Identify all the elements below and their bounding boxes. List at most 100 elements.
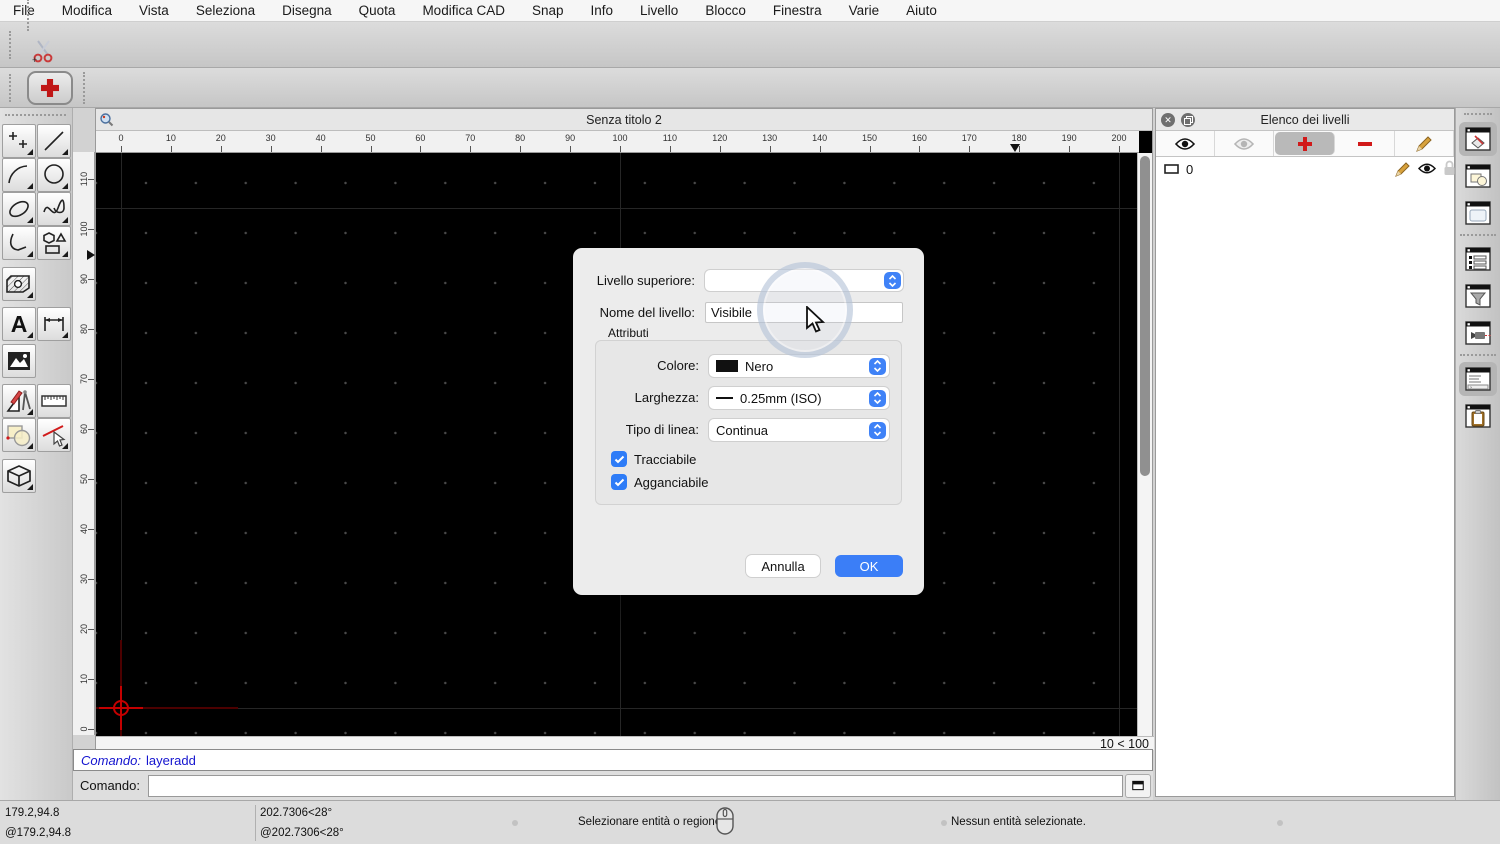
grid-meta-line	[96, 708, 1139, 709]
menu-varie[interactable]: Varie	[849, 3, 880, 18]
hide-all-layers-button[interactable]	[1215, 131, 1275, 156]
menu-modifica[interactable]: Modifica	[62, 3, 112, 18]
snappable-checkbox[interactable]	[611, 474, 627, 490]
layer-row[interactable]: 0	[1156, 157, 1455, 181]
command-history-value: layeradd	[145, 752, 196, 768]
color-label: Colore:	[657, 358, 699, 373]
solid-box-tool-button[interactable]	[2, 459, 36, 493]
menu-disegna[interactable]: Disegna	[282, 3, 332, 18]
mouse-icon	[714, 806, 736, 839]
spline-tool-button[interactable]	[37, 192, 71, 226]
command-panel-toggle-button[interactable]	[1125, 773, 1151, 798]
command-history-label: Comando:	[81, 752, 141, 768]
color-swatch	[716, 360, 738, 372]
ruler-tool-tool-button[interactable]	[37, 384, 71, 418]
application-window: File Modifica Vista Seleziona Disegna Quota Mo…	[0, 0, 1500, 844]
dock-drag-handle[interactable]	[1464, 113, 1492, 117]
remove-layer-button[interactable]	[1336, 131, 1395, 156]
command-input[interactable]	[147, 774, 1123, 797]
add-layer-button[interactable]	[1275, 132, 1335, 155]
float-panel-icon[interactable]	[1181, 113, 1195, 127]
lineweight-sample	[716, 397, 733, 399]
property-editor-panel-button[interactable]	[1459, 242, 1497, 276]
menu-livello[interactable]: Livello	[640, 3, 678, 18]
block-list-panel-button[interactable]	[1459, 159, 1497, 193]
clipboard-panel-button[interactable]	[1459, 399, 1497, 433]
h-ruler-label: 160	[911, 133, 927, 143]
linetype-select[interactable]: Continua	[709, 419, 889, 441]
menu-modifica-cad[interactable]: Modifica CAD	[422, 3, 505, 18]
menu-finestra[interactable]: Finestra	[773, 3, 822, 18]
measurement-panel-button[interactable]	[1459, 316, 1497, 350]
parent-layer-label: Livello superiore:	[596, 273, 695, 288]
grid-meta-line	[96, 208, 1139, 209]
edit-layer-button[interactable]	[1395, 131, 1455, 156]
close-icon[interactable]: ✕	[1161, 113, 1175, 127]
circle-tool-button[interactable]	[37, 158, 71, 192]
h-ruler-label: 0	[118, 133, 124, 143]
show-all-layers-button[interactable]	[1156, 131, 1216, 156]
svg-text:A: A	[11, 311, 28, 337]
line-tool-button[interactable]	[37, 124, 71, 158]
snap-line-tool-button[interactable]	[37, 418, 71, 452]
add-layer-button[interactable]	[27, 70, 73, 105]
cut-button[interactable]: +	[21, 31, 65, 71]
modify-tool-button[interactable]	[2, 418, 36, 452]
menu-info[interactable]: Info	[591, 3, 614, 18]
h-ruler-label: 130	[762, 133, 778, 143]
cursor-y-marker	[87, 250, 95, 260]
layer-list-panel-button[interactable]	[1459, 122, 1497, 156]
arc-tool-button[interactable]	[2, 158, 36, 192]
h-ruler-label: 170	[961, 133, 977, 143]
edit-layer-icon[interactable]	[1394, 161, 1411, 181]
image-tool-button[interactable]	[2, 344, 36, 378]
h-ruler-label: 80	[515, 133, 526, 143]
horizontal-scrollbar[interactable]: 10 < 100	[96, 736, 1154, 751]
lineweight-label: Larghezza:	[634, 390, 699, 405]
hatch-tool-button[interactable]	[2, 267, 36, 301]
plottable-checkbox[interactable]	[611, 451, 627, 467]
toolbar-drag-handle[interactable]	[9, 30, 14, 59]
shapes-tool-button[interactable]	[37, 226, 71, 260]
menu-vista[interactable]: Vista	[139, 3, 169, 18]
cancel-button[interactable]: Annulla	[746, 555, 820, 577]
menu-quota[interactable]: Quota	[359, 3, 396, 18]
status-bar: 179.2,94.8 @179.2,94.8 202.7306<28° @202…	[0, 800, 1500, 844]
cursor-x-marker	[1010, 144, 1020, 152]
drawing-window-titlebar[interactable]: Senza titolo 2	[96, 109, 1152, 131]
select-stepper-icon	[869, 357, 886, 375]
menu-aiuto[interactable]: Aiuto	[906, 3, 937, 18]
vertical-scrollbar-thumb[interactable]	[1140, 156, 1150, 476]
svg-text:+: +	[32, 55, 37, 64]
select-stepper-icon	[884, 272, 901, 289]
layer-visibility-eye-icon[interactable]	[1417, 162, 1437, 178]
vertical-ruler: 110 100 90 80 70 60 50 40 30 20 10 0	[73, 152, 95, 735]
h-ruler-label: 10	[165, 133, 176, 143]
dimension-tool-button[interactable]	[37, 307, 71, 341]
library-browser-panel-button[interactable]	[1459, 196, 1497, 230]
command-line-panel-button[interactable]: >	[1459, 362, 1497, 396]
layer-panel-title: Elenco dei livelli	[1260, 112, 1350, 127]
vertical-scrollbar[interactable]	[1137, 153, 1152, 736]
text-tool-button[interactable]: A	[2, 307, 36, 341]
menu-seleziona[interactable]: Seleziona	[196, 3, 255, 18]
h-ruler-label: 70	[465, 133, 476, 143]
selection-filter-panel-button[interactable]	[1459, 279, 1497, 313]
cad-tools-tool-button[interactable]	[2, 384, 36, 418]
menu-blocco[interactable]: Blocco	[705, 3, 746, 18]
color-select[interactable]: Nero	[709, 355, 889, 377]
h-ruler-label: 40	[315, 133, 326, 143]
ellipse-tool-button[interactable]	[2, 192, 36, 226]
palette-drag-handle[interactable]	[5, 114, 66, 118]
coordinate-relative: @179.2,94.8	[5, 827, 72, 839]
menu-snap[interactable]: Snap	[532, 3, 564, 18]
toolbar-drag-handle[interactable]	[9, 73, 14, 102]
ok-button[interactable]: OK	[835, 555, 903, 577]
h-ruler-label: 140	[812, 133, 828, 143]
lineweight-select[interactable]: 0.25mm (ISO)	[709, 387, 889, 409]
linetype-value: Continua	[716, 422, 769, 438]
polyline-tool-button[interactable]	[2, 226, 36, 260]
h-ruler-label: 60	[415, 133, 426, 143]
select-stepper-icon	[869, 421, 886, 439]
points-tool-button[interactable]	[2, 124, 36, 158]
